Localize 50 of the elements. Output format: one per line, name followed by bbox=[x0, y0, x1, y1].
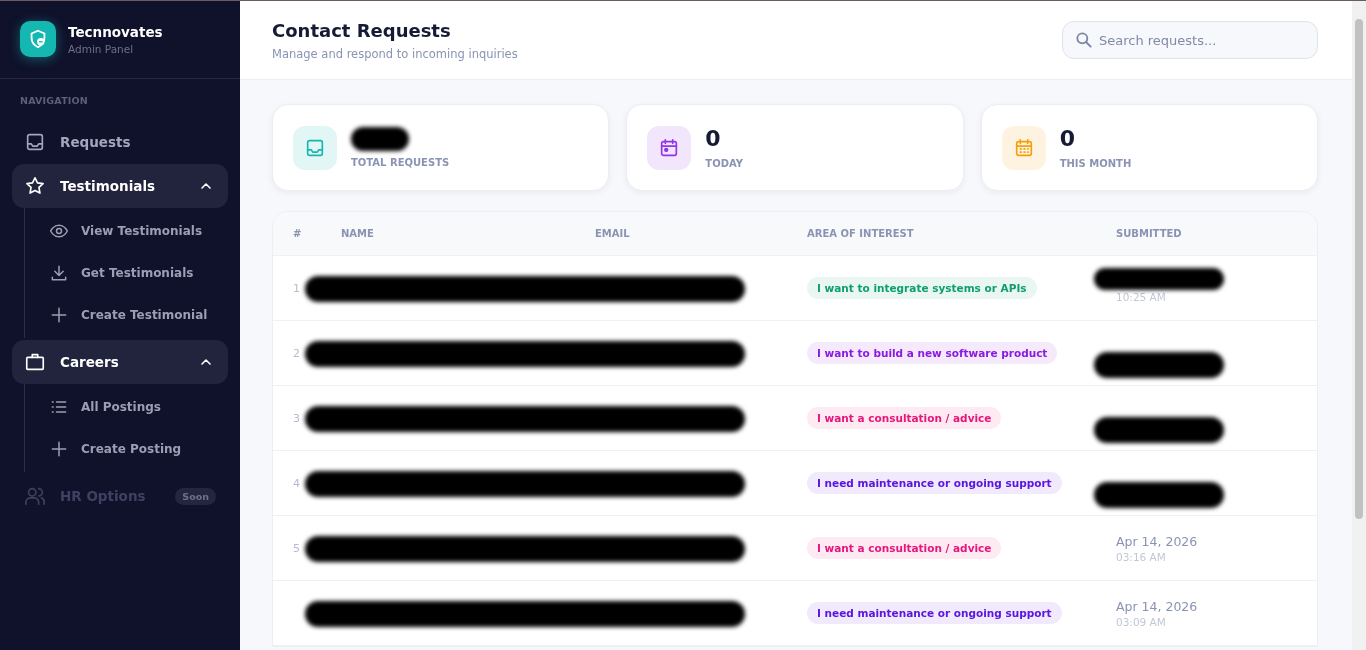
nav-subitem[interactable]: View Testimonials bbox=[49, 210, 228, 252]
star-icon bbox=[24, 175, 46, 197]
stat-label: TODAY bbox=[705, 158, 743, 169]
row-number: 5 bbox=[292, 541, 301, 555]
column-header: SUBMITTED bbox=[1116, 228, 1183, 239]
column-header: NAME bbox=[341, 228, 375, 239]
interest-tag: I want a consultation / advice bbox=[807, 407, 1002, 429]
row-number: 3 bbox=[292, 411, 301, 425]
row-number: 1 bbox=[292, 281, 301, 295]
plus-icon bbox=[49, 305, 69, 325]
nav-item[interactable]: Requests bbox=[12, 120, 228, 164]
page-title: Contact Requests bbox=[272, 19, 452, 41]
column-header: # bbox=[292, 228, 303, 239]
interest-tag: I need maintenance or ongoing support bbox=[807, 472, 1062, 494]
stat-value: 0 bbox=[1059, 126, 1076, 152]
interest-tag: I need maintenance or ongoing support bbox=[807, 602, 1062, 624]
interest-tag: I want to build a new software product bbox=[807, 342, 1058, 364]
nav-subitem[interactable]: Create Posting bbox=[49, 428, 228, 470]
users-icon bbox=[24, 485, 46, 507]
row-number: 2 bbox=[292, 346, 301, 360]
column-header: EMAIL bbox=[595, 228, 631, 239]
brand-subtitle: Admin Panel bbox=[68, 42, 135, 55]
row-number: 4 bbox=[292, 476, 301, 490]
submitted-time: 03:09 AM bbox=[1116, 615, 1167, 628]
soon-badge: Soon bbox=[175, 487, 216, 505]
briefcase-icon bbox=[24, 351, 46, 373]
download-icon bbox=[49, 263, 69, 283]
page-subtitle: Manage and respond to incoming inquiries bbox=[272, 46, 518, 61]
scrollbar[interactable] bbox=[1352, 1, 1366, 650]
column-header: AREA OF INTEREST bbox=[807, 228, 915, 239]
interest-tag: I want a consultation / advice bbox=[807, 537, 1002, 559]
submitted-time: 03:16 AM bbox=[1116, 550, 1167, 563]
nav-subitem[interactable]: Get Testimonials bbox=[49, 252, 228, 294]
nav-subitem[interactable]: All Postings bbox=[49, 386, 228, 428]
interest-tag: I want to integrate systems or APIs bbox=[807, 277, 1037, 299]
stat-value: 0 bbox=[705, 126, 722, 152]
stat-label: TOTAL REQUESTS bbox=[351, 157, 450, 168]
submitted-date: Apr 14, 2026 bbox=[1116, 533, 1199, 549]
nav-group-header[interactable]: Testimonials bbox=[12, 164, 228, 208]
inbox-icon bbox=[24, 131, 46, 153]
search-field[interactable]: Search requests... bbox=[1062, 21, 1318, 59]
stat-label: THIS MONTH bbox=[1059, 158, 1132, 169]
shield-logo-icon bbox=[20, 21, 56, 57]
section-label: NAVIGATION bbox=[19, 95, 89, 106]
nav-subitem[interactable]: Create Testimonial bbox=[49, 294, 228, 336]
submitted-date: Apr 14, 2026 bbox=[1116, 598, 1199, 614]
nav-group-header[interactable]: Careers bbox=[12, 340, 228, 384]
brand-name: Tecnnovates bbox=[68, 23, 163, 40]
plus-icon bbox=[49, 439, 69, 459]
submitted-time: 10:25 AM bbox=[1116, 290, 1167, 303]
